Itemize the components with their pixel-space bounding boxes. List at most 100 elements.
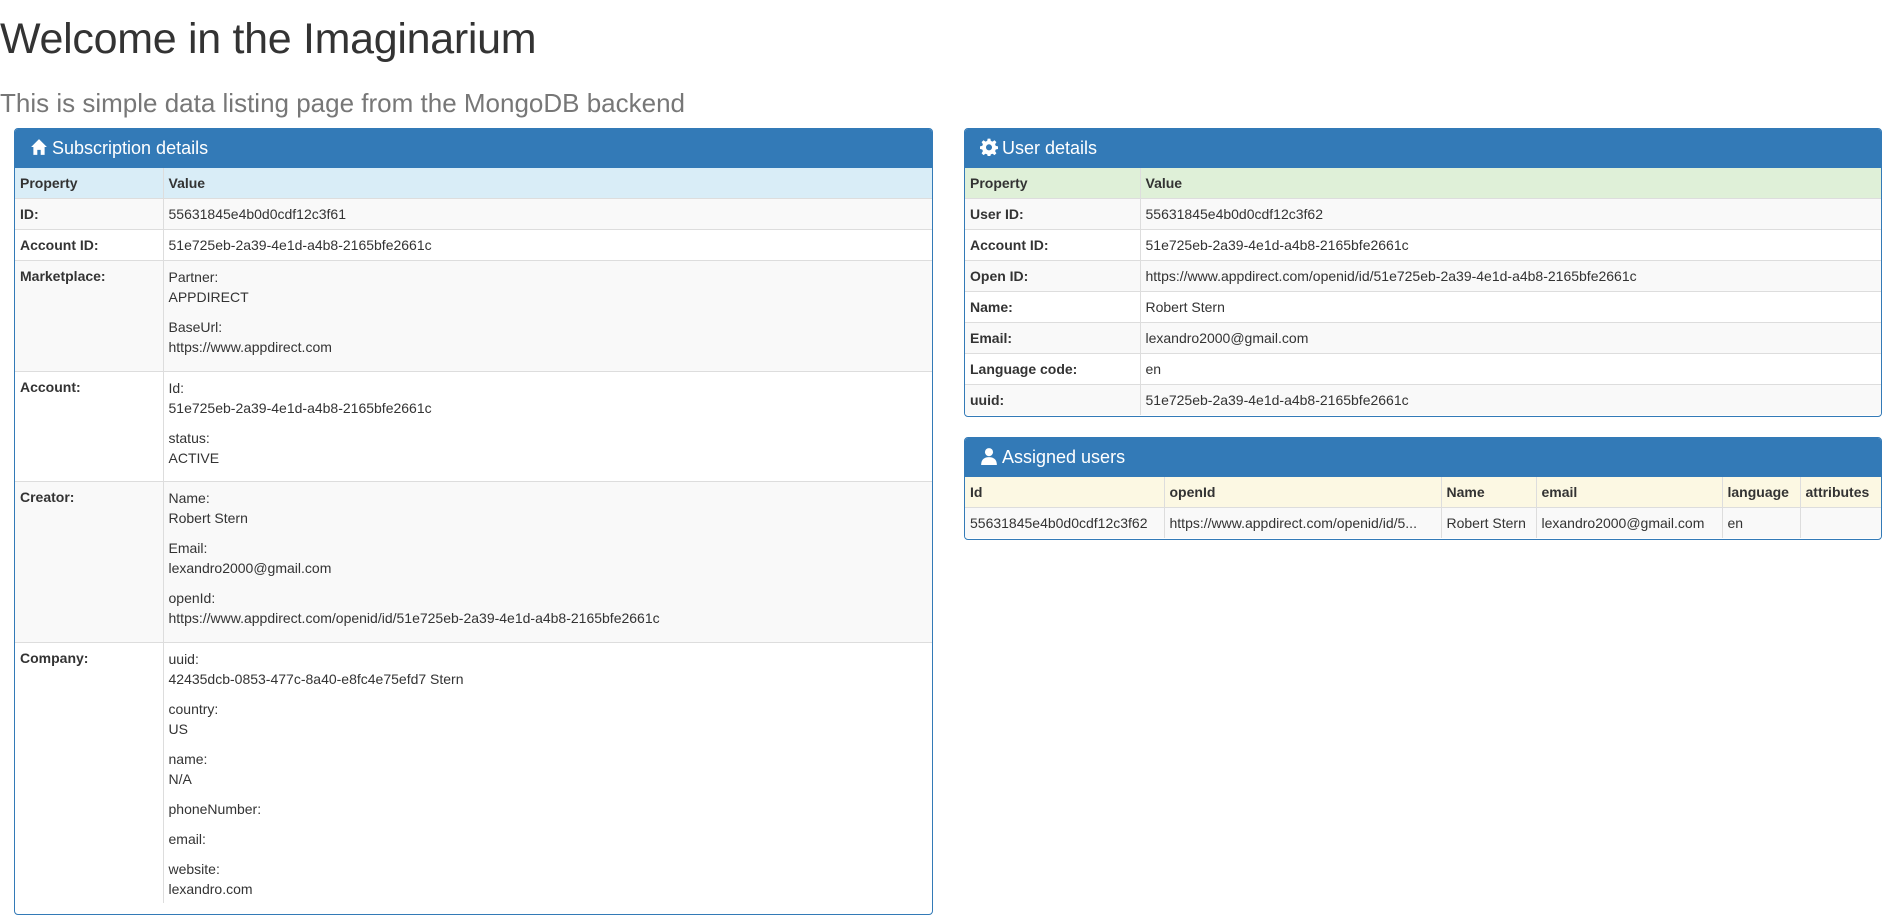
column-header-value: Value xyxy=(162,168,932,199)
column-header-language: language xyxy=(1721,477,1800,508)
row-value-marketplace: Partner: APPDIRECT BaseUrl: https://www.ap… xyxy=(162,260,932,372)
creator-email-value: lexandro2000@gmail.com xyxy=(168,560,332,576)
subscription-table: Property Value ID: 55631845e4b0d0cdf12c3… xyxy=(15,168,932,903)
page-title: Welcome in the Imaginarium xyxy=(0,15,537,63)
row-label-creator: Creator: xyxy=(15,481,163,643)
gear-icon xyxy=(980,138,998,156)
column-header-value: Value xyxy=(1139,168,1881,199)
assigned-users-panel: Assigned users Id openId Name email lang… xyxy=(964,437,1882,540)
company-phone-key: phoneNumber: xyxy=(168,801,262,817)
cell-email: lexandro2000@gmail.com xyxy=(1535,507,1722,538)
creator-name-value: Robert Stern xyxy=(168,510,248,526)
company-website-key: website: xyxy=(168,861,220,877)
company-country-value: US xyxy=(168,721,188,737)
company-name-value: N/A xyxy=(168,771,192,787)
column-header-name: Name xyxy=(1440,477,1536,508)
creator-openid-key: openId: xyxy=(168,590,216,606)
table-header-row: Property Value xyxy=(965,168,1881,199)
user-icon xyxy=(980,447,998,465)
cell-language: en xyxy=(1721,507,1800,538)
row-label-company: Company: xyxy=(15,642,163,903)
row-label: Account ID: xyxy=(965,229,1140,261)
row-label-id: ID: xyxy=(15,198,163,230)
row-value: 51e725eb-2a39-4e1d-a4b8-2165bfe2661c xyxy=(1139,229,1881,261)
table-header-row: Id openId Name email language attributes xyxy=(965,477,1881,508)
row-label: Language code: xyxy=(965,353,1140,385)
account-id-value: 51e725eb-2a39-4e1d-a4b8-2165bfe2661c xyxy=(168,400,432,416)
row-value-creator: Name: Robert Stern Email: lexandro2000@gma… xyxy=(162,481,932,643)
column-header-email: email xyxy=(1535,477,1722,508)
user-panel-title: User details xyxy=(1002,138,1098,158)
row-value-account-id: 51e725eb-2a39-4e1d-a4b8-2165bfe2661c xyxy=(162,229,932,261)
company-website-value: lexandro.com xyxy=(168,881,253,897)
creator-name-key: Name: xyxy=(168,490,210,506)
table-row: User ID: 55631845e4b0d0cdf12c3f62 xyxy=(965,198,1881,230)
column-header-attributes: attributes xyxy=(1799,477,1881,508)
row-value: en xyxy=(1139,353,1881,385)
home-icon xyxy=(30,138,48,156)
row-label: User ID: xyxy=(965,198,1140,230)
table-row: Creator: Name: Robert Stern Email: lexandr… xyxy=(15,481,932,643)
table-row: Name: Robert Stern xyxy=(965,291,1881,323)
assigned-users-panel-title: Assigned users xyxy=(1002,447,1126,467)
account-status-key: status: xyxy=(168,430,210,446)
table-row: Company: uuid: 42435dcb-0853-477c-8a40-e8… xyxy=(15,642,932,903)
table-row: ID: 55631845e4b0d0cdf12c3f61 xyxy=(15,198,932,230)
subscription-panel-heading: Subscription details xyxy=(15,129,932,168)
cell-attributes xyxy=(1799,507,1881,538)
row-value: 55631845e4b0d0cdf12c3f62 xyxy=(1139,198,1881,230)
subscription-panel: Subscription details Property Value ID: … xyxy=(14,128,933,915)
marketplace-partner-value: APPDIRECT xyxy=(168,289,249,305)
user-table: Property Value User ID: 55631845e4b0d0cdf… xyxy=(965,168,1881,415)
row-label: Name: xyxy=(965,291,1140,323)
table-row: uuid: 51e725eb-2a39-4e1d-a4b8-2165bfe2661… xyxy=(965,384,1881,415)
assigned-users-panel-heading: Assigned users xyxy=(965,438,1881,477)
column-header-property: Property xyxy=(970,175,1028,191)
table-row: Account: Id: 51e725eb-2a39-4e1d-a4b8-2165… xyxy=(15,371,932,482)
row-label-account: Account: xyxy=(15,371,163,482)
table-header-row: Property Value xyxy=(15,168,932,199)
company-name-key: name: xyxy=(168,751,208,767)
cell-id: 55631845e4b0d0cdf12c3f62 xyxy=(965,507,1164,538)
row-label: Email: xyxy=(965,322,1140,354)
row-label: uuid: xyxy=(965,384,1140,415)
creator-openid-value: https://www.appdirect.com/openid/id/51e7… xyxy=(168,610,660,626)
row-label: Open ID: xyxy=(965,260,1140,292)
row-label-marketplace: Marketplace: xyxy=(15,260,163,372)
account-status-value: ACTIVE xyxy=(168,450,220,466)
column-header-property: Property xyxy=(20,175,78,191)
row-label-account-id: Account ID: xyxy=(15,229,163,261)
user-panel: User details Property Value User ID: 5563… xyxy=(964,128,1882,417)
subscription-panel-title: Subscription details xyxy=(52,138,209,158)
table-row: Account ID: 51e725eb-2a39-4e1d-a4b8-2165b… xyxy=(965,229,1881,261)
company-uuid-value: 42435dcb-0853-477c-8a40-e8fc4e75efd7 Ste… xyxy=(168,671,464,687)
column-header-openid: openId xyxy=(1163,477,1441,508)
table-row: Marketplace: Partner: APPDIRECT BaseUrl: h… xyxy=(15,260,932,372)
company-email-key: email: xyxy=(168,831,206,847)
row-value: 51e725eb-2a39-4e1d-a4b8-2165bfe2661c xyxy=(1139,384,1881,415)
company-country-key: country: xyxy=(168,701,219,717)
column-header-id: Id xyxy=(970,484,983,500)
cell-openid: https://www.appdirect.com/openid/id/5... xyxy=(1163,507,1441,538)
marketplace-baseurl-key: BaseUrl: xyxy=(168,319,223,335)
table-row: Email: lexandro2000@gmail.com xyxy=(965,322,1881,354)
company-uuid-key: uuid: xyxy=(168,651,199,667)
row-value: Robert Stern xyxy=(1139,291,1881,323)
marketplace-baseurl-value: https://www.appdirect.com xyxy=(168,339,332,355)
row-value-account: Id: 51e725eb-2a39-4e1d-a4b8-2165bfe2661c … xyxy=(162,371,932,482)
table-row: 55631845e4b0d0cdf12c3f62 https://www.app… xyxy=(965,507,1881,538)
cell-name: Robert Stern xyxy=(1440,507,1536,538)
page-subtitle: This is simple data listing page from th… xyxy=(0,88,686,118)
row-value: lexandro2000@gmail.com xyxy=(1139,322,1881,354)
assigned-users-table: Id openId Name email language attributes… xyxy=(965,477,1881,538)
account-id-key: Id: xyxy=(168,380,185,396)
row-value-company: uuid: 42435dcb-0853-477c-8a40-e8fc4e75efd… xyxy=(162,642,932,903)
creator-email-key: Email: xyxy=(168,540,208,556)
table-row: Open ID: https://www.appdirect.com/openid… xyxy=(965,260,1881,292)
table-row: Language code: en xyxy=(965,353,1881,385)
marketplace-partner-key: Partner: xyxy=(168,269,219,285)
table-row: Account ID: 51e725eb-2a39-4e1d-a4b8-2165… xyxy=(15,229,932,261)
row-value: https://www.appdirect.com/openid/id/51e7… xyxy=(1139,260,1881,292)
row-value-id: 55631845e4b0d0cdf12c3f61 xyxy=(162,198,932,230)
user-panel-heading: User details xyxy=(965,129,1881,168)
